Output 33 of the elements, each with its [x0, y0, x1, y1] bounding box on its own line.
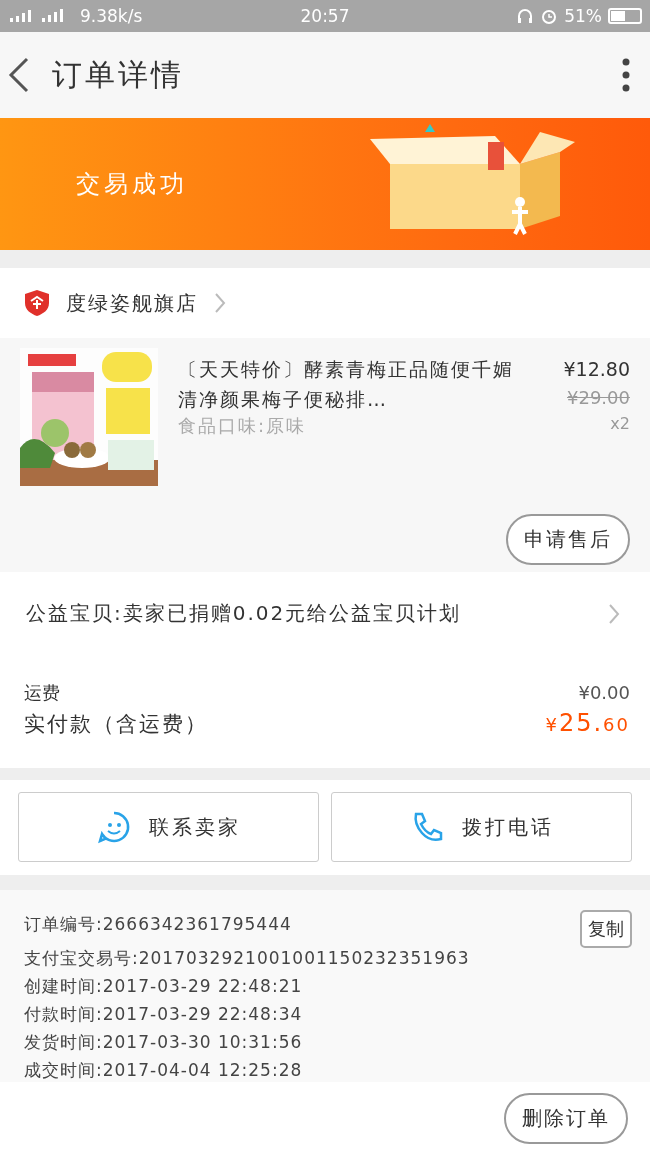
- cost-label: 实付款（含运费）: [24, 711, 208, 738]
- contact-seller-button[interactable]: 联系卖家: [18, 792, 319, 862]
- product-title[interactable]: 〔天天特价〕酵素青梅正品随便千媚清净颜果梅子便秘排…: [178, 354, 530, 414]
- cost-label: 运费: [24, 681, 60, 705]
- product-spec: 食品口味:原味: [178, 414, 308, 438]
- call-button[interactable]: 拨打电话: [331, 792, 632, 862]
- order-detail-line: 支付宝交易号:2017032921001001150232351963: [24, 947, 470, 970]
- after-sales-button[interactable]: 申请售后: [506, 514, 630, 565]
- chat-face-icon: [96, 810, 131, 844]
- battery-percent: 51%: [564, 6, 602, 26]
- shipping-fee: ¥0.00: [578, 682, 630, 703]
- shop-name[interactable]: 度绿姿舰旗店: [66, 289, 198, 317]
- order-detail-line: 订单编号:2666342361795444: [24, 913, 293, 936]
- shop-badge-icon: [24, 289, 50, 317]
- page-title: 订单详情: [52, 55, 185, 94]
- more-icon[interactable]: [622, 58, 630, 92]
- order-status: 交易成功: [76, 169, 188, 200]
- quantity: x2: [610, 414, 630, 433]
- battery-icon: [608, 8, 642, 24]
- alarm-icon: [540, 7, 559, 25]
- order-detail-line: 创建时间:2017-03-29 22:48:21: [24, 975, 304, 998]
- order-detail-line: 成交时间:2017-04-04 12:25:28: [24, 1059, 304, 1082]
- headphones-icon: [516, 7, 535, 25]
- network-speed: 9.38k/s: [80, 6, 143, 26]
- original-price: ¥29.00: [567, 386, 630, 410]
- total-amount: ¥25.60: [545, 709, 630, 737]
- order-detail-line: 发货时间:2017-03-30 10:31:56: [24, 1031, 304, 1054]
- product-price: ¥12.80: [563, 357, 630, 382]
- order-detail-line: 付款时间:2017-03-29 22:48:34: [24, 1003, 304, 1026]
- back-icon[interactable]: [8, 57, 30, 93]
- copy-button[interactable]: 复制: [580, 910, 632, 948]
- clock: 20:57: [300, 6, 350, 26]
- delete-order-button[interactable]: 删除订单: [504, 1093, 628, 1144]
